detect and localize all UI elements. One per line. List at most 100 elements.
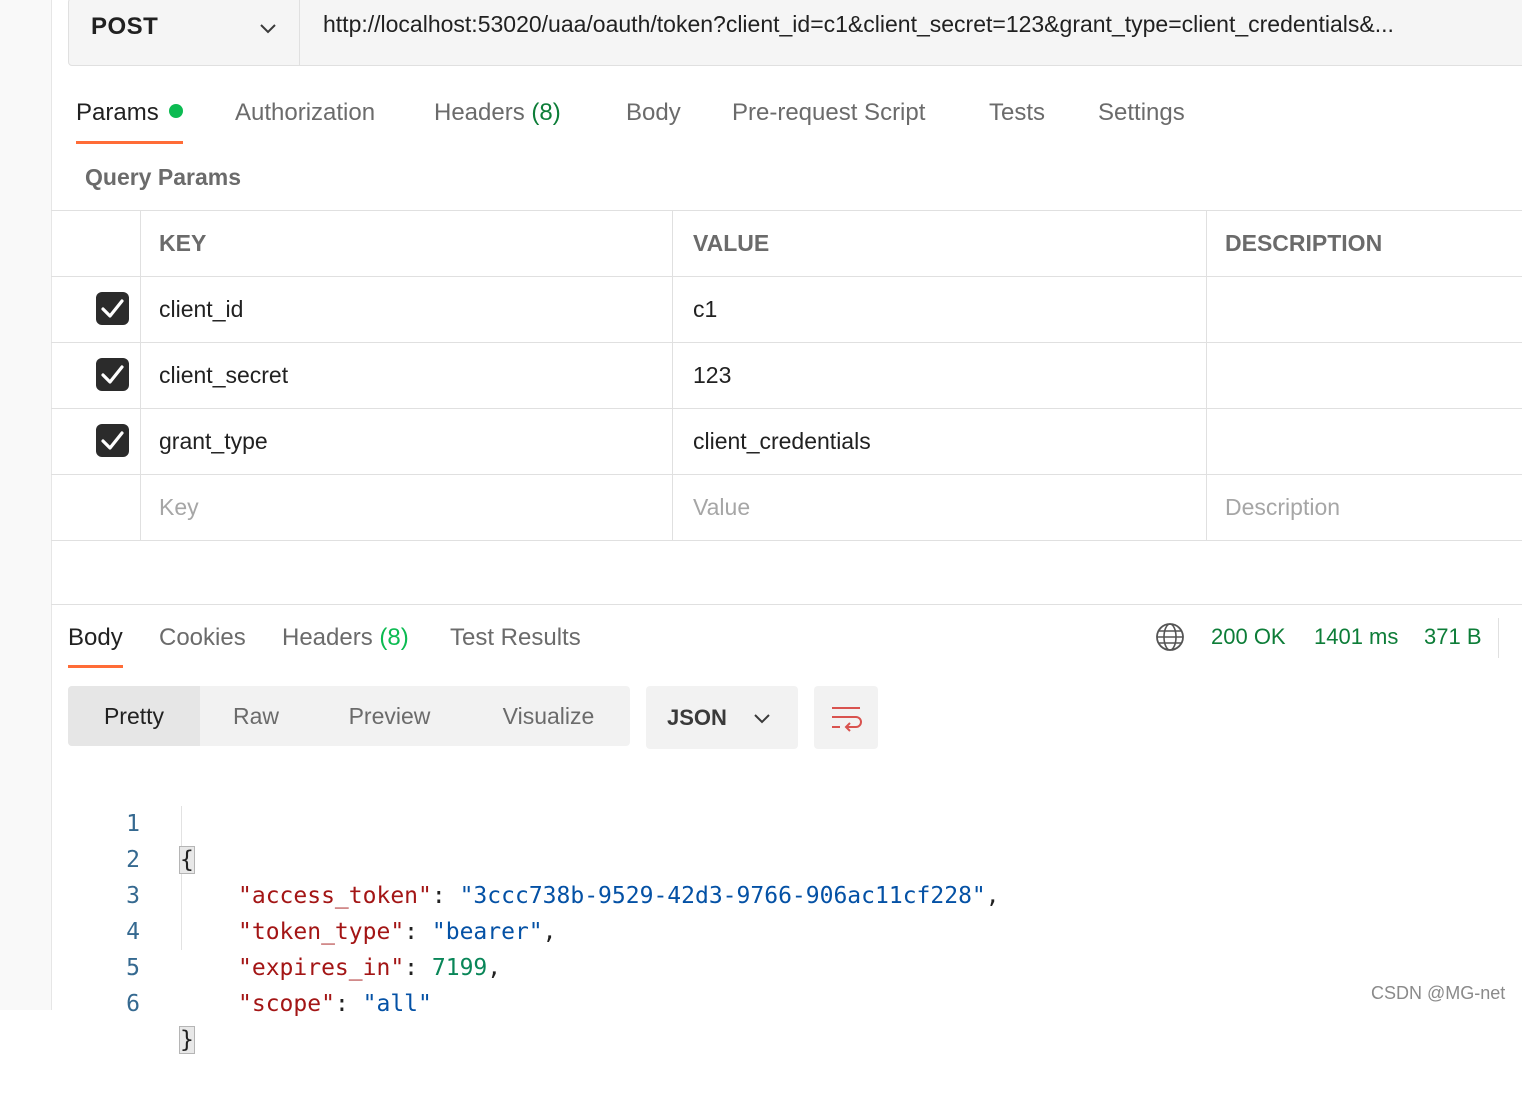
tab-body[interactable]: Body [626,96,681,144]
checkmark-icon [101,431,124,450]
code-line: 3 "token_type": "bearer", [0,842,556,945]
tab-params-label: Params [76,99,159,126]
json-key: "access_token" [238,883,432,909]
chevron-down-icon [260,24,276,34]
tab-response-body[interactable]: Body [68,620,123,668]
code-line: 1 { [0,770,195,874]
request-url-bar: POST http://localhost:53020/uaa/oauth/to… [68,0,1522,66]
tab-response-test-results-label: Test Results [450,624,581,651]
param-key-cell[interactable]: grant_type [141,409,673,474]
column-header-key: KEY [141,211,673,276]
close-brace: } [179,1026,195,1054]
url-input[interactable]: http://localhost:53020/uaa/oauth/token?c… [323,11,1503,38]
table-header-row: KEY VALUE DESCRIPTION [51,211,1522,277]
line-number: 1 [126,811,140,837]
tab-tests[interactable]: Tests [989,96,1045,144]
json-value: "bearer" [431,919,543,945]
chevron-down-icon [754,714,770,724]
row-checkbox[interactable] [96,358,129,391]
tab-response-body-label: Body [68,624,123,651]
new-key-input[interactable]: Key [141,475,673,540]
view-raw-button[interactable]: Raw [200,686,312,746]
json-value: 7199 [431,955,488,981]
tab-params[interactable]: Params [76,96,183,144]
row-select-cell [51,343,141,408]
response-status[interactable]: 200 OK [1211,624,1286,650]
new-description-input[interactable]: Description [1208,475,1522,540]
view-mode-group: Pretty Raw Preview Visualize [68,686,630,746]
meta-separator [1498,618,1499,658]
row-select-cell [51,409,141,474]
code-line: 4 "expires_in": 7199, [0,878,501,981]
tab-headers[interactable]: Headers (8) [434,96,561,144]
row-select-cell [51,475,141,540]
wrap-lines-icon [832,707,862,732]
json-value: "3ccc738b-9529-42d3-9766-906ac11cf228" [459,883,986,909]
code-line: 2 "access_token": "3ccc738b-9529-42d3-97… [0,806,1000,909]
param-description-cell[interactable] [1208,343,1522,408]
json-key: "token_type" [238,919,405,945]
tab-body-label: Body [626,99,681,126]
param-value-cell[interactable]: 123 [674,343,1207,408]
tab-response-test-results[interactable]: Test Results [450,620,581,668]
response-size[interactable]: 371 B [1424,624,1482,650]
view-pretty-button[interactable]: Pretty [68,686,200,746]
globe-icon[interactable] [1155,622,1185,652]
line-number: 4 [126,919,140,945]
indent-guide [181,806,182,950]
open-brace: { [179,846,195,874]
tab-authorization[interactable]: Authorization [235,96,375,144]
tab-response-cookies[interactable]: Cookies [159,620,246,668]
view-preview-button[interactable]: Preview [312,686,467,746]
table-row-new: Key Value Description [51,475,1522,541]
param-key-cell[interactable]: client_id [141,277,673,342]
table-row: grant_type client_credentials [51,409,1522,475]
response-time[interactable]: 1401 ms [1314,624,1398,650]
row-checkbox[interactable] [96,292,129,325]
json-key: "scope" [238,991,335,1017]
line-number: 5 [126,955,140,981]
line-number: 6 [126,991,140,1017]
json-key: "expires_in" [238,955,405,981]
code-line: 5 "scope": "all" [0,914,432,1017]
query-params-table: KEY VALUE DESCRIPTION client_id c1 clien… [51,210,1522,541]
tab-headers-label: Headers [434,99,525,126]
tab-authorization-label: Authorization [235,99,376,126]
tab-pre-request-label: Pre-request Script [732,99,926,126]
tab-settings[interactable]: Settings [1098,96,1185,144]
param-description-cell[interactable] [1208,277,1522,342]
column-header-description: DESCRIPTION [1225,230,1383,256]
row-select-cell [51,277,141,342]
checkmark-icon [101,365,124,384]
param-description-cell[interactable] [1208,409,1522,474]
table-row: client_secret 123 [51,343,1522,409]
param-value-cell[interactable]: c1 [674,277,1207,342]
tab-response-headers[interactable]: Headers (8) [282,620,409,668]
column-header-value: VALUE [674,211,1207,276]
tab-pre-request-script[interactable]: Pre-request Script [732,96,925,144]
params-active-dot [168,104,183,118]
row-checkbox[interactable] [96,424,129,457]
json-value: "all" [362,991,432,1017]
tab-headers-count: (8) [531,99,561,126]
line-number: 3 [126,883,140,909]
pane-divider[interactable] [51,604,1522,605]
new-value-input[interactable]: Value [674,475,1207,540]
wrap-lines-button[interactable] [814,686,878,749]
view-visualize-button[interactable]: Visualize [467,686,630,746]
tab-settings-label: Settings [1098,99,1185,126]
header-select-cell [51,211,141,276]
checkmark-icon [101,299,124,318]
method-select[interactable]: POST [69,0,300,65]
method-label: POST [91,13,159,40]
tab-response-headers-count: (8) [379,624,409,651]
line-number: 2 [126,847,140,873]
tab-response-headers-label: Headers [282,624,373,651]
tab-response-cookies-label: Cookies [159,624,246,651]
param-key-cell[interactable]: client_secret [141,343,673,408]
param-value-cell[interactable]: client_credentials [674,409,1207,474]
code-line: 6 } [0,950,195,1054]
format-select[interactable]: JSON [646,686,798,749]
format-label: JSON [667,705,727,730]
table-row: client_id c1 [51,277,1522,343]
